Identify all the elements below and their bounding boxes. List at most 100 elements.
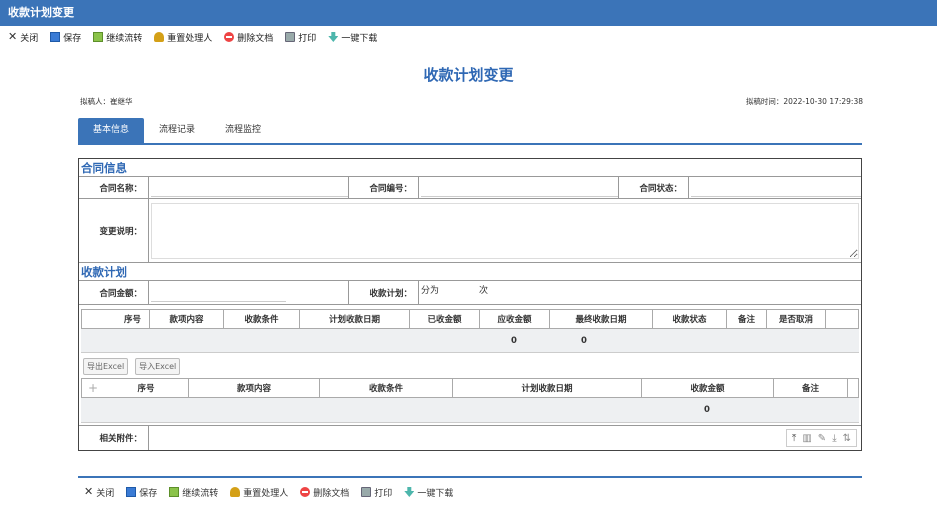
save-icon: [126, 487, 137, 497]
col-remark: 备注: [727, 310, 767, 328]
detail-grid-total-row: 0: [81, 398, 859, 423]
attachment-row: 相关附件： ⤒ ▥ ✎ ⤓ ⇅: [79, 425, 861, 450]
window-title: 收款计划变更: [0, 0, 937, 26]
attachment-cell: ⤒ ▥ ✎ ⤓ ⇅: [149, 426, 861, 450]
download-icon: [404, 487, 415, 497]
bottom-print-button[interactable]: 打印: [361, 486, 392, 499]
upload-icon[interactable]: ⤒: [792, 433, 796, 444]
import-excel-button[interactable]: 导入Excel: [135, 358, 181, 375]
close-label: 关闭: [20, 33, 39, 44]
col-cancelled: 是否取消: [767, 310, 826, 328]
reset-handler-button[interactable]: 重置处理人: [154, 31, 212, 44]
save-button[interactable]: 保存: [50, 31, 81, 44]
total-amount: 0: [704, 405, 710, 415]
bottom-reset-handler-button[interactable]: 重置处理人: [230, 486, 288, 499]
attachment-toolbar: ⤒ ▥ ✎ ⤓ ⇅: [785, 429, 857, 447]
bottom-save-button[interactable]: 保存: [126, 486, 157, 499]
plan-grid-container: 序号 款项内容 收款条件 计划收款日期 已收金额 应收金额 最终收款日期 收款状…: [79, 305, 861, 353]
col-status: 收款状态: [653, 310, 727, 328]
change-desc-textarea[interactable]: [151, 202, 859, 259]
plan-grid-total-row: 0 0: [81, 329, 859, 353]
flow-icon: [169, 487, 180, 497]
print-icon: [285, 32, 296, 42]
contract-number-input[interactable]: [421, 178, 618, 197]
bottom-save-label: 保存: [139, 488, 158, 499]
bottom-download-all-button[interactable]: 一键下载: [404, 486, 453, 499]
d-col-condition: 收款条件: [320, 379, 453, 397]
plan-suffix-text: 次: [479, 286, 489, 296]
total-receivable: 0: [581, 335, 587, 346]
bottom-delete-doc-label: 删除文档: [313, 488, 350, 499]
sort-icon[interactable]: ⇅: [843, 433, 851, 444]
plan-grid-header: 序号 款项内容 收款条件 计划收款日期 已收金额 应收金额 最终收款日期 收款状…: [81, 309, 859, 329]
bottom-toolbar: ✕ 关闭 保存 继续流转 重置处理人 删除文档 打印 一键下载: [78, 476, 862, 506]
contract-status-input[interactable]: [691, 178, 861, 197]
contract-amount-cell: [149, 281, 349, 304]
delete-doc-button[interactable]: 删除文档: [224, 31, 273, 44]
bottom-continue-flow-button[interactable]: 继续流转: [169, 486, 218, 499]
col-final-date: 最终收款日期: [550, 310, 653, 328]
contract-number-label: 合同编号：: [349, 177, 419, 198]
main-form: 合同信息 合同名称： 合同编号： 合同状态： 变更说明： 收款计划 合同金额： …: [78, 158, 862, 451]
col-receivable: 应收金额: [480, 310, 550, 328]
detail-grid-container: + 序号 款项内容 收款条件 计划收款日期 收款金额 备注 0: [79, 378, 861, 425]
d-col-plan-date: 计划收款日期: [453, 379, 642, 397]
change-desc-label: 变更说明：: [79, 199, 149, 262]
tab-bar: 基本信息 流程记录 流程监控: [78, 118, 862, 145]
col-item-content: 款项内容: [150, 310, 224, 328]
download-all-button[interactable]: 一键下载: [328, 31, 377, 44]
tab-basic-info[interactable]: 基本信息: [78, 118, 145, 143]
bottom-print-label: 打印: [374, 488, 393, 499]
plan-prefix-text: 分为: [421, 286, 440, 296]
bottom-reset-handler-label: 重置处理人: [243, 488, 289, 499]
download-file-icon[interactable]: ⤓: [832, 433, 836, 444]
bottom-delete-doc-button[interactable]: 删除文档: [300, 486, 349, 499]
attachment-label: 相关附件：: [79, 426, 149, 450]
print-button[interactable]: 打印: [285, 31, 316, 44]
delete-icon: [224, 32, 235, 42]
col-seq: 序号: [82, 310, 150, 328]
add-row-icon[interactable]: +: [82, 379, 104, 397]
close-button[interactable]: ✕ 关闭: [8, 31, 38, 44]
drafter-text: 拟稿人：崔继华: [80, 97, 133, 106]
plan-count-input[interactable]: [439, 283, 480, 295]
contract-name-cell: [149, 177, 349, 198]
contract-amount-input[interactable]: [151, 283, 286, 302]
d-col-amount: 收款金额: [642, 379, 774, 397]
contract-status-label: 合同状态：: [619, 177, 689, 198]
close-icon: ✕: [8, 30, 18, 43]
tab-flow-monitor[interactable]: 流程监控: [210, 118, 276, 143]
tab-flow-record[interactable]: 流程记录: [144, 118, 210, 143]
change-desc-row: 变更说明：: [79, 199, 861, 263]
bottom-close-label: 关闭: [96, 488, 115, 499]
contract-status-cell: [689, 177, 861, 198]
d-col-item-content: 款项内容: [189, 379, 320, 397]
edit-icon[interactable]: ✎: [818, 433, 826, 444]
download-all-label: 一键下载: [341, 33, 378, 44]
print-icon: [361, 487, 372, 497]
change-desc-cell: [149, 199, 861, 262]
trash-icon[interactable]: ▥: [802, 433, 811, 444]
page-title: 收款计划变更: [423, 66, 514, 84]
flow-icon: [93, 32, 104, 42]
col-received: 已收金额: [410, 310, 480, 328]
contract-name-input[interactable]: [151, 178, 348, 197]
delete-icon: [300, 487, 311, 497]
export-excel-button[interactable]: 导出Excel: [83, 358, 129, 375]
top-toolbar: ✕ 关闭 保存 继续流转 重置处理人 删除文档 打印 一键下载: [0, 26, 937, 48]
total-received: 0: [511, 335, 517, 346]
excel-button-row: 导出Excel 导入Excel: [79, 353, 861, 378]
continue-flow-button[interactable]: 继续流转: [93, 31, 142, 44]
contract-amount-label: 合同金额：: [79, 281, 149, 304]
reset-handler-label: 重置处理人: [167, 33, 213, 44]
d-col-seq: 序号: [104, 379, 189, 397]
continue-flow-label: 继续流转: [106, 33, 143, 44]
contract-row: 合同名称： 合同编号： 合同状态：: [79, 177, 861, 199]
delete-doc-label: 删除文档: [237, 33, 274, 44]
bottom-download-all-label: 一键下载: [417, 488, 454, 499]
plan-amount-row: 合同金额： 收款计划： 分为 次: [79, 281, 861, 305]
bottom-close-button[interactable]: ✕ 关闭: [84, 486, 114, 499]
print-label: 打印: [298, 33, 317, 44]
draft-time-text: 拟稿时间：2022-10-30 17:29:38: [745, 97, 863, 106]
contract-section-title: 合同信息: [79, 159, 861, 177]
